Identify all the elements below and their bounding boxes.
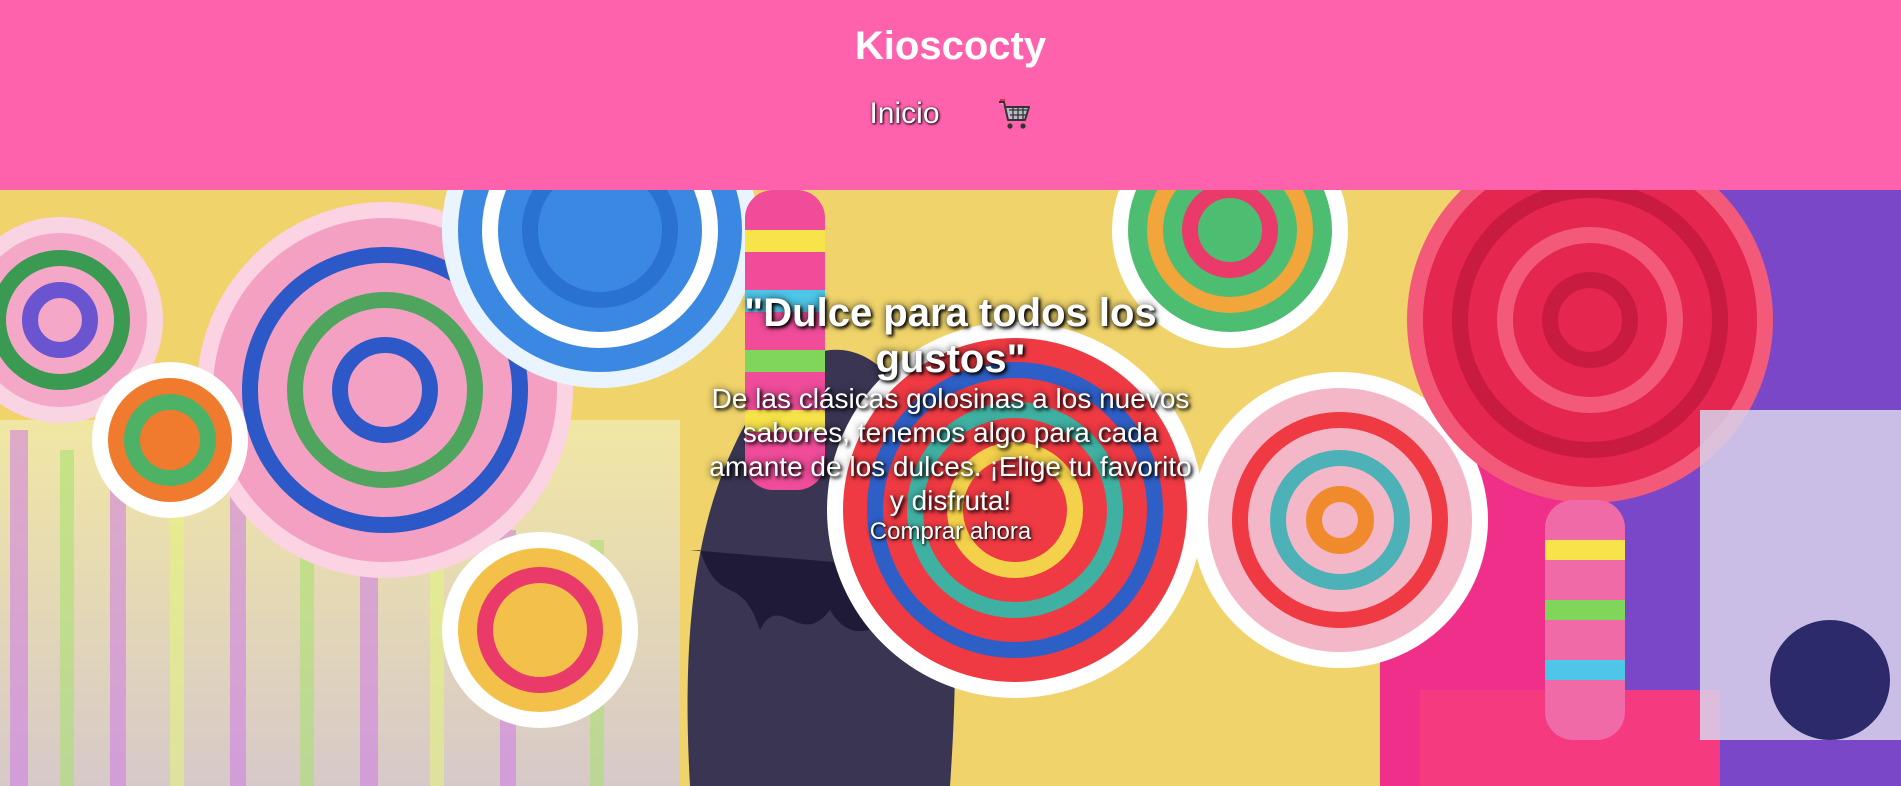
hero-description: De las clásicas golosinas a los nuevos s… xyxy=(709,383,1192,516)
shop-now-link[interactable]: Comprar ahora xyxy=(870,518,1031,546)
shopping-cart-icon[interactable] xyxy=(996,96,1032,132)
brand-logo-text[interactable]: Kioscocty xyxy=(0,24,1901,69)
hero-content: "Dulce para todos los gustos" De las clá… xyxy=(700,290,1201,546)
nav-link-home[interactable]: Inicio xyxy=(869,97,939,131)
main-nav: Inicio xyxy=(0,96,1901,132)
hero-title: "Dulce para todos los gustos" xyxy=(744,291,1157,381)
hero-banner: "Dulce para todos los gustos" De las clá… xyxy=(0,190,1901,786)
site-header: Kioscocty Inicio xyxy=(0,0,1901,190)
